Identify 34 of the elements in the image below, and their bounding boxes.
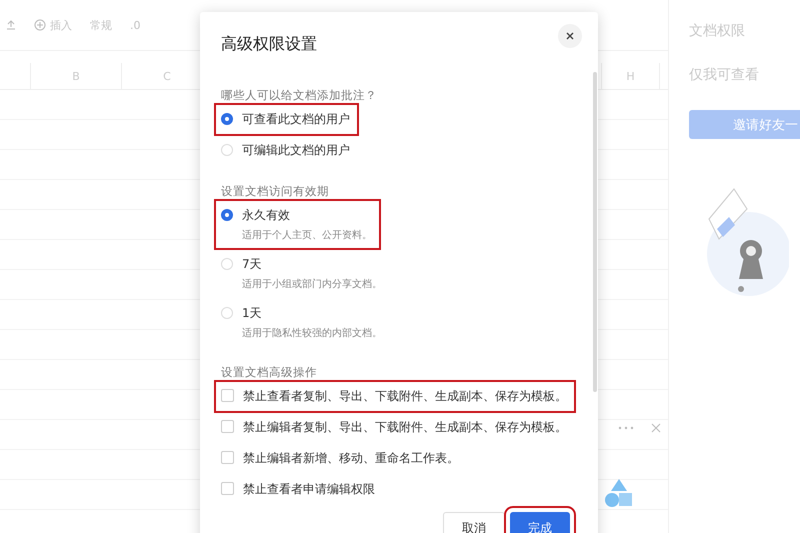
toolbar-button[interactable]: 常规 xyxy=(90,18,112,32)
option-label: 7天 xyxy=(242,256,263,273)
option-description: 适用于小组或部门内分享文档。 xyxy=(242,278,382,291)
section-label: 哪些人可以给文档添加批注？ xyxy=(221,88,378,104)
option-label: 禁止编辑者复制、导出、下载附件、生成副本、保存为模板。 xyxy=(243,419,567,436)
checkbox[interactable] xyxy=(221,389,234,402)
cancel-button[interactable]: 取消 xyxy=(443,512,505,533)
invite-button[interactable]: 邀请好友一 xyxy=(689,110,800,139)
checkbox[interactable] xyxy=(221,420,234,433)
radio-button[interactable] xyxy=(221,209,233,221)
toolbar-button[interactable]: 插入 xyxy=(50,18,72,32)
option-description: 适用于隐私性较强的内部文档。 xyxy=(242,326,382,340)
checkbox[interactable] xyxy=(221,482,234,495)
section-label: 设置文档高级操作 xyxy=(221,365,318,381)
close-icon[interactable] xyxy=(651,423,661,433)
option-label: 禁止查看者复制、导出、下载附件、生成副本、保存为模板。 xyxy=(243,388,567,405)
more-icon[interactable] xyxy=(618,424,634,432)
option-label: 禁止查看者申请编辑权限 xyxy=(243,481,375,498)
option-description: 适用于个人主页、公开资料。 xyxy=(242,228,372,242)
radio-button[interactable] xyxy=(221,113,233,125)
option-label: 永久有效 xyxy=(242,207,291,224)
add-circle-icon xyxy=(34,19,46,31)
dialog-title: 高级权限设置 xyxy=(221,34,317,55)
section-label: 设置文档访问有效期 xyxy=(221,184,330,200)
checkbox[interactable] xyxy=(221,451,234,464)
option-label: 1天 xyxy=(242,305,263,322)
toolbar-button[interactable]: .0 xyxy=(130,18,140,32)
option-label: 禁止编辑者新增、移动、重命名工作表。 xyxy=(243,450,459,467)
option-label: 可查看此文档的用户 xyxy=(242,111,350,128)
shapes-icon xyxy=(604,478,634,508)
option-label: 可编辑此文档的用户 xyxy=(242,142,350,159)
close-icon xyxy=(566,32,574,40)
upload-icon[interactable] xyxy=(6,20,16,30)
close-button[interactable] xyxy=(558,24,582,48)
